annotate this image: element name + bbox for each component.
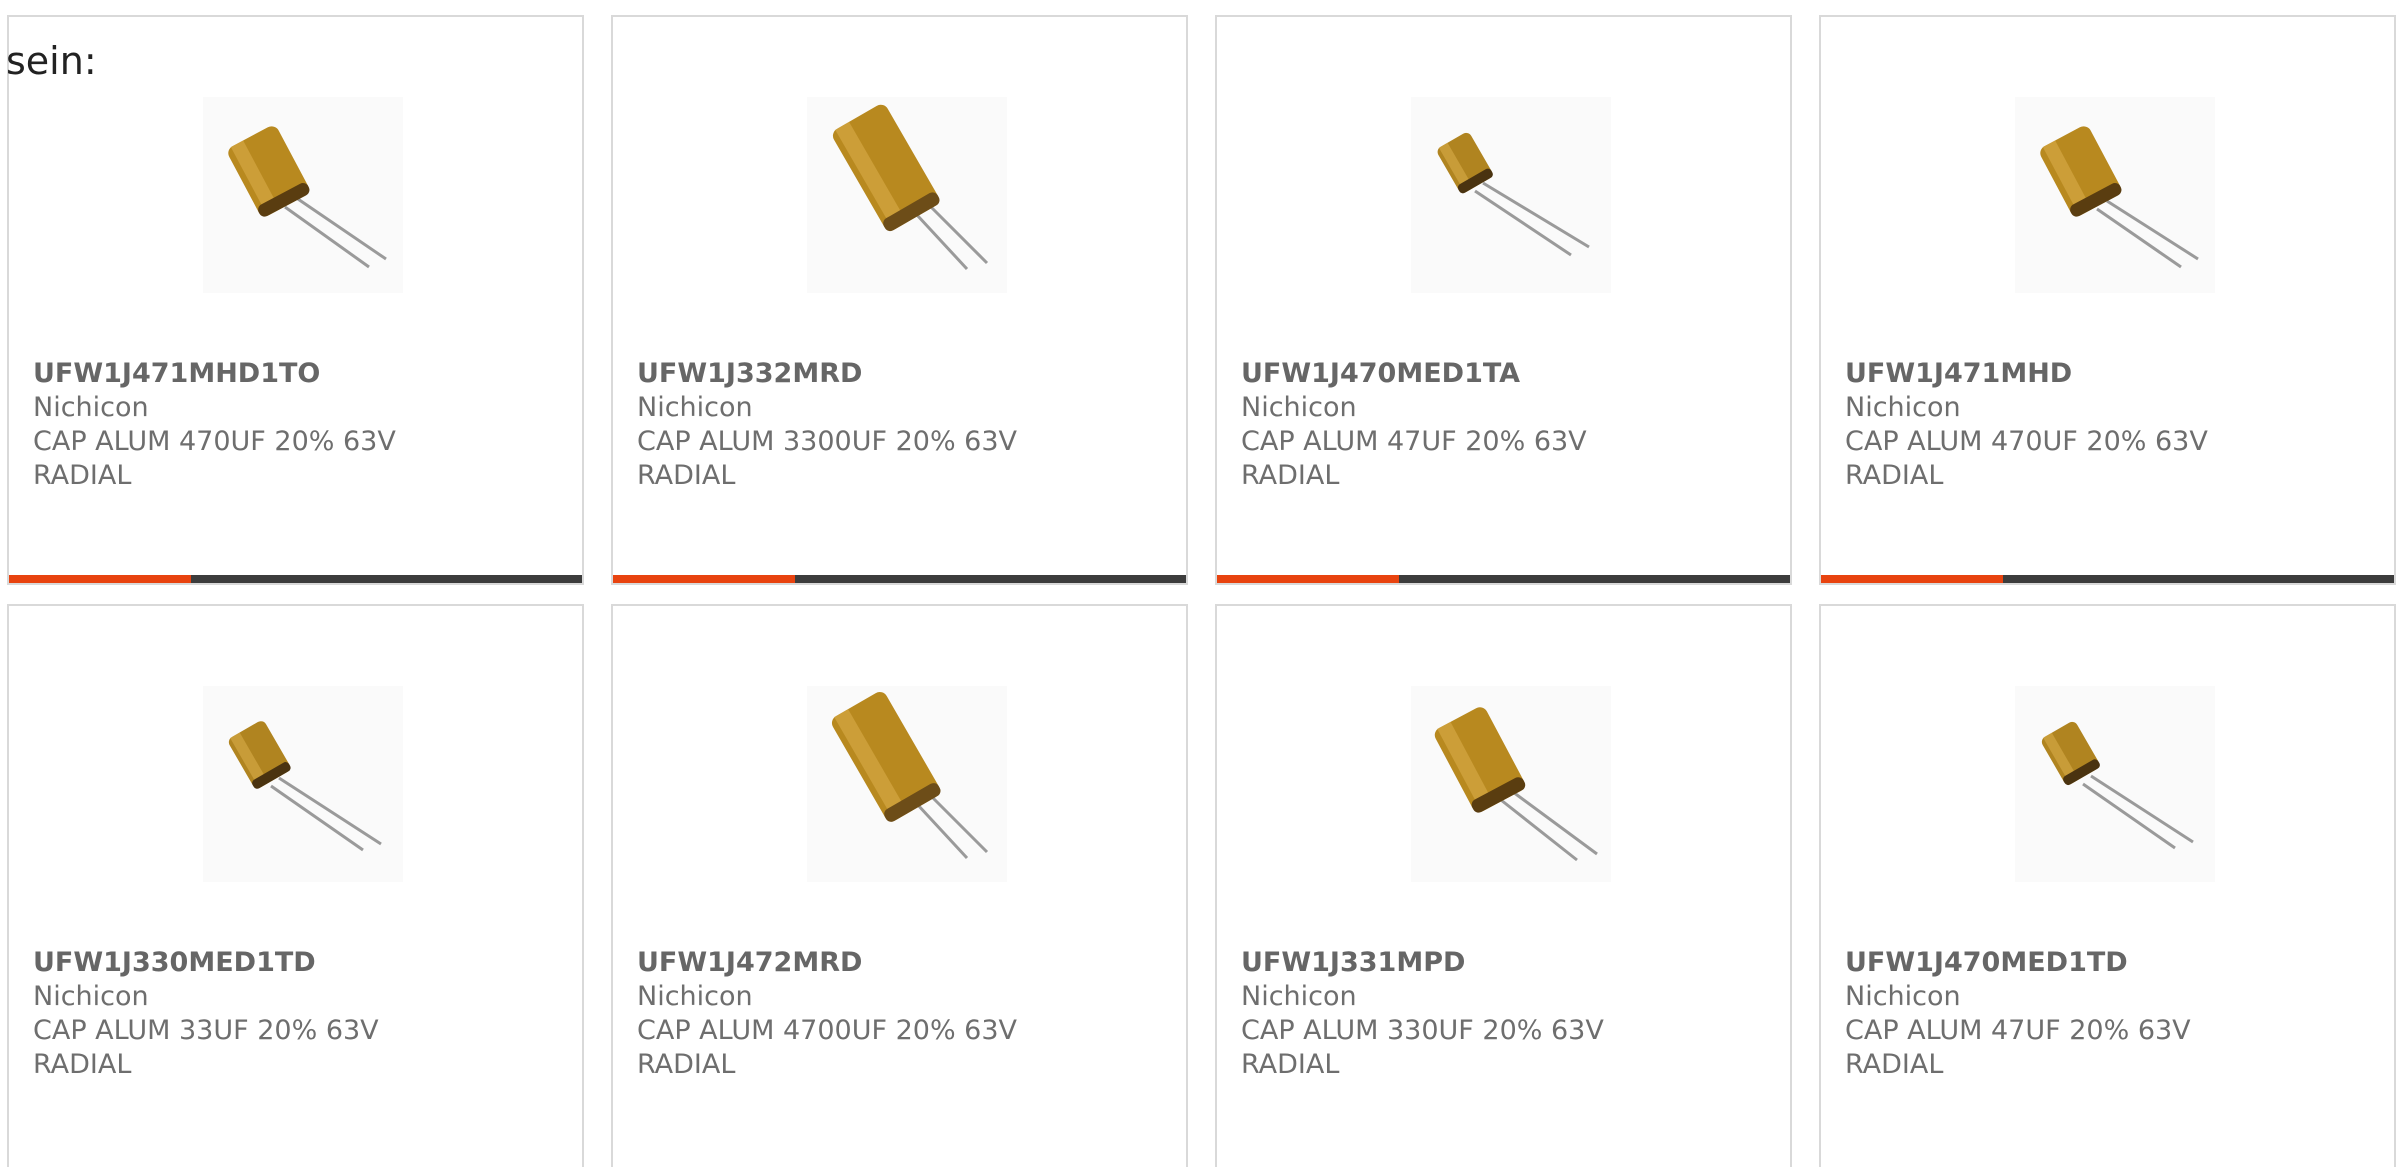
product-card[interactable]: UFW1J472MRD Nichicon CAP ALUM 4700UF 20%… (611, 604, 1188, 1167)
product-description: CAP ALUM 4700UF 20% 63V (637, 1015, 1018, 1046)
product-image[interactable] (807, 97, 1007, 293)
card-footer-bar (1821, 575, 2394, 583)
product-mounting: RADIAL (1241, 1049, 1340, 1080)
part-number-link[interactable]: UFW1J471MHD (1845, 357, 2374, 391)
part-number-link[interactable]: UFW1J470MED1TD (1845, 946, 2374, 980)
product-image[interactable] (1411, 686, 1611, 882)
product-mounting: RADIAL (33, 460, 132, 491)
manufacturer: Nichicon (637, 392, 753, 423)
card-footer-accent (1217, 575, 1399, 583)
part-number-link[interactable]: UFW1J330MED1TD (33, 946, 562, 980)
part-number-link[interactable]: UFW1J471MHD1TO (33, 357, 562, 391)
product-info: UFW1J332MRD Nichicon CAP ALUM 3300UF 20%… (637, 357, 1166, 493)
manufacturer: Nichicon (33, 392, 149, 423)
radial-capacitor-icon (228, 721, 382, 852)
product-card[interactable]: UFW1J471MHD1TO Nichicon CAP ALUM 470UF 2… (7, 15, 584, 585)
product-description: CAP ALUM 330UF 20% 63V (1241, 1015, 1604, 1046)
product-card[interactable]: UFW1J470MED1TD Nichicon CAP ALUM 47UF 20… (1819, 604, 2396, 1167)
part-number-link[interactable]: UFW1J331MPD (1241, 946, 1770, 980)
radial-capacitor-icon (2040, 126, 2199, 269)
product-image[interactable] (2015, 686, 2215, 882)
product-info: UFW1J331MPD Nichicon CAP ALUM 330UF 20% … (1241, 946, 1770, 1082)
product-image[interactable] (807, 686, 1007, 882)
product-description: CAP ALUM 3300UF 20% 63V (637, 426, 1018, 457)
radial-capacitor-icon (228, 126, 387, 269)
intro-text: sein: (6, 39, 97, 83)
product-info: UFW1J471MHD Nichicon CAP ALUM 470UF 20% … (1845, 357, 2374, 493)
product-info: UFW1J470MED1TD Nichicon CAP ALUM 47UF 20… (1845, 946, 2374, 1082)
card-footer-bar (9, 575, 582, 583)
product-card[interactable]: UFW1J330MED1TD Nichicon CAP ALUM 33UF 20… (7, 604, 584, 1167)
product-mounting: RADIAL (637, 1049, 736, 1080)
manufacturer: Nichicon (1845, 981, 1961, 1012)
product-card[interactable]: UFW1J331MPD Nichicon CAP ALUM 330UF 20% … (1215, 604, 1792, 1167)
product-info: UFW1J471MHD1TO Nichicon CAP ALUM 470UF 2… (33, 357, 562, 493)
part-number-link[interactable]: UFW1J472MRD (637, 946, 1166, 980)
part-number-link[interactable]: UFW1J470MED1TA (1241, 357, 1770, 391)
product-mounting: RADIAL (637, 460, 736, 491)
card-footer-bar (1217, 575, 1790, 583)
product-card[interactable]: UFW1J332MRD Nichicon CAP ALUM 3300UF 20%… (611, 15, 1188, 585)
product-mounting: RADIAL (1241, 460, 1340, 491)
part-number-link[interactable]: UFW1J332MRD (637, 357, 1166, 391)
product-mounting: RADIAL (1845, 1049, 1944, 1080)
radial-capacitor-icon (832, 104, 989, 271)
card-footer-accent (613, 575, 795, 583)
manufacturer: Nichicon (637, 981, 753, 1012)
product-mounting: RADIAL (33, 1049, 132, 1080)
manufacturer: Nichicon (1241, 981, 1357, 1012)
product-description: CAP ALUM 470UF 20% 63V (33, 426, 396, 457)
product-card[interactable]: UFW1J470MED1TA Nichicon CAP ALUM 47UF 20… (1215, 15, 1792, 585)
card-footer-bar (613, 575, 1186, 583)
product-card[interactable]: UFW1J471MHD Nichicon CAP ALUM 470UF 20% … (1819, 15, 2396, 585)
product-image[interactable] (1411, 97, 1611, 293)
product-info: UFW1J472MRD Nichicon CAP ALUM 4700UF 20%… (637, 946, 1166, 1082)
manufacturer: Nichicon (33, 981, 149, 1012)
product-description: CAP ALUM 47UF 20% 63V (1241, 426, 1587, 457)
radial-capacitor-icon (831, 692, 989, 860)
radial-capacitor-icon (1434, 707, 1598, 862)
manufacturer: Nichicon (1845, 392, 1961, 423)
product-info: UFW1J330MED1TD Nichicon CAP ALUM 33UF 20… (33, 946, 562, 1082)
product-mounting: RADIAL (1845, 460, 1944, 491)
product-image[interactable] (203, 686, 403, 882)
radial-capacitor-icon (2041, 721, 2194, 850)
manufacturer: Nichicon (1241, 392, 1357, 423)
product-description: CAP ALUM 47UF 20% 63V (1845, 1015, 2191, 1046)
product-image[interactable] (2015, 97, 2215, 293)
product-description: CAP ALUM 470UF 20% 63V (1845, 426, 2208, 457)
card-footer-accent (1821, 575, 2003, 583)
product-description: CAP ALUM 33UF 20% 63V (33, 1015, 379, 1046)
radial-capacitor-icon (1437, 132, 1590, 257)
product-grid-page: sein: UFW1J471MHD1TO Nichicon CAP ALUM 4… (0, 0, 2400, 1167)
card-footer-accent (9, 575, 191, 583)
product-image[interactable] (203, 97, 403, 293)
product-info: UFW1J470MED1TA Nichicon CAP ALUM 47UF 20… (1241, 357, 1770, 493)
